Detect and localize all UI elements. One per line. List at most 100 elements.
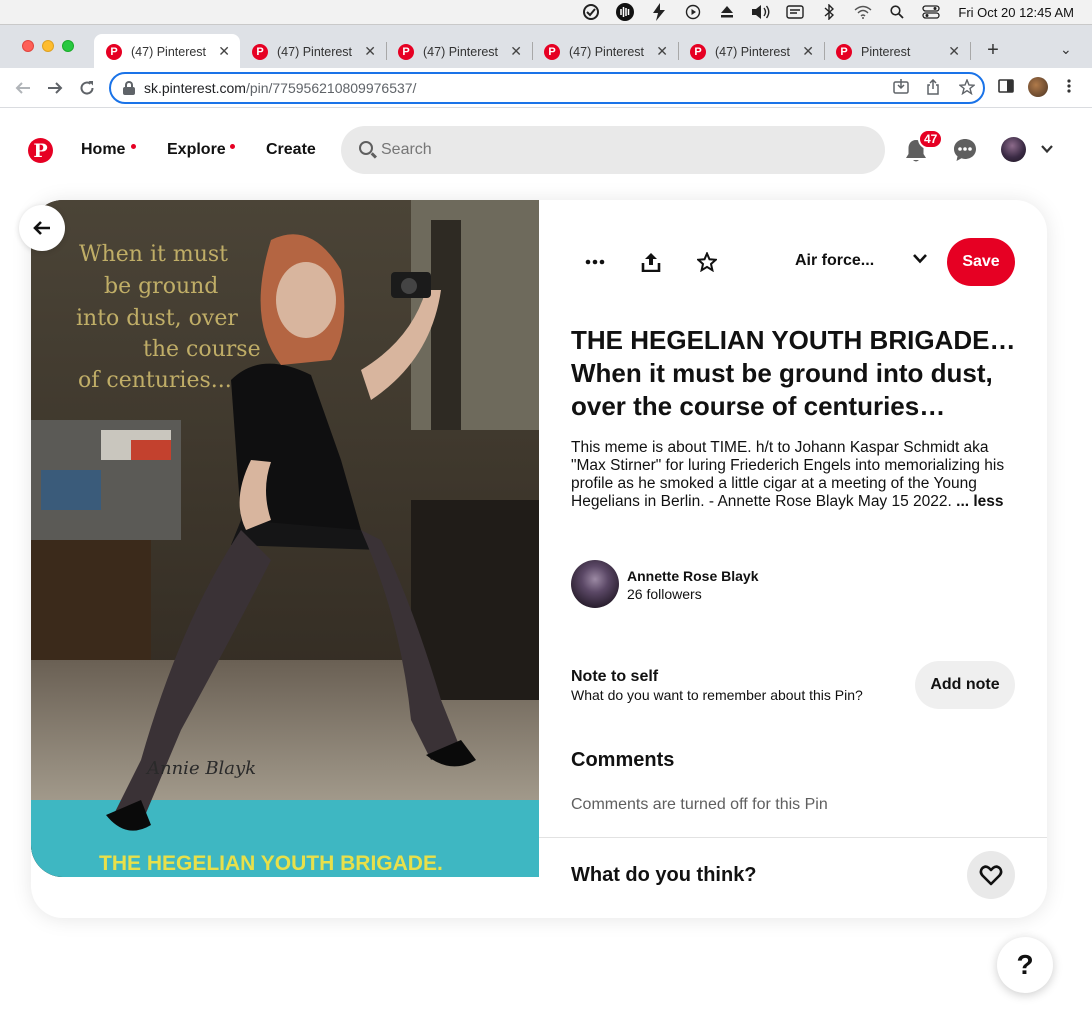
tab-search-chevron-icon[interactable]: ⌄: [1060, 41, 1072, 58]
nav-create[interactable]: Create: [266, 141, 316, 159]
pin-image[interactable]: When it must be ground into dust, over t…: [31, 200, 539, 877]
search-bar[interactable]: [341, 126, 885, 174]
pinterest-logo-icon[interactable]: P: [28, 138, 53, 163]
bluetooth-icon[interactable]: [812, 0, 846, 24]
browser-tab[interactable]: P (47) Pinterest ✕: [678, 34, 824, 69]
play-circle-icon[interactable]: [676, 0, 710, 24]
wifi-icon[interactable]: [846, 0, 880, 24]
tab-separator: [970, 42, 971, 60]
note-title: Note to self: [571, 668, 659, 685]
comments-heading: Comments: [571, 749, 675, 771]
search-icon: [359, 141, 373, 155]
save-button[interactable]: Save: [947, 238, 1015, 286]
close-window-button[interactable]: [22, 40, 34, 52]
pin-title: THE HEGELIAN YOUTH BRIGADE… When it must…: [571, 325, 1016, 421]
url-text[interactable]: sk.pinterest.com/pin/775956210809976537/: [144, 80, 416, 96]
browser-profile-avatar[interactable]: [1028, 77, 1048, 97]
pin-description: This meme is about TIME. h/t to Johann K…: [571, 439, 1011, 511]
side-panel-icon[interactable]: [998, 78, 1014, 99]
help-button[interactable]: ?: [997, 937, 1053, 993]
add-note-button[interactable]: Add note: [915, 661, 1015, 709]
account-chevron-down-icon[interactable]: [1040, 142, 1054, 159]
notifications-badge: 47: [918, 129, 944, 149]
pinterest-favicon-icon: P: [836, 43, 852, 60]
close-tab-icon[interactable]: ✕: [364, 43, 376, 60]
display-icon[interactable]: [778, 0, 812, 24]
tab-title: (47) Pinterest: [423, 44, 499, 59]
menubar-datetime[interactable]: Fri Oct 20 12:45 AM: [958, 5, 1074, 20]
tab-title: (47) Pinterest: [569, 44, 645, 59]
tab-title: (47) Pinterest: [277, 44, 353, 59]
overlay-line-5: of centuries...: [78, 368, 232, 393]
close-tab-icon[interactable]: ✕: [218, 43, 230, 60]
react-button[interactable]: [967, 851, 1015, 899]
lock-icon[interactable]: [123, 81, 135, 95]
user-avatar[interactable]: [1001, 137, 1026, 162]
board-chevron-down-icon[interactable]: [912, 250, 928, 271]
overlay-line-1: When it must: [79, 242, 228, 267]
pin-photo-illustration: When it must be ground into dust, over t…: [31, 200, 539, 877]
browser-tab[interactable]: P (47) Pinterest ✕: [240, 34, 386, 69]
heart-icon: [979, 865, 1003, 886]
note-subtitle: What do you want to remember about this …: [571, 687, 863, 703]
bookmark-star-icon[interactable]: [958, 78, 976, 99]
install-app-icon[interactable]: [893, 79, 909, 99]
less-link[interactable]: ... less: [956, 493, 1003, 510]
browser-tab[interactable]: P Pinterest ✕: [824, 34, 970, 69]
minimize-window-button[interactable]: [42, 40, 54, 52]
close-tab-icon[interactable]: ✕: [510, 43, 522, 60]
close-tab-icon[interactable]: ✕: [948, 43, 960, 60]
more-options-icon[interactable]: [579, 246, 611, 278]
pinterest-favicon-icon: P: [106, 43, 122, 60]
forward-arrow-icon[interactable]: [43, 76, 67, 100]
overlay-line-4: the course: [143, 337, 261, 362]
pinterest-favicon-icon: P: [252, 43, 268, 60]
window-controls: [22, 40, 74, 52]
feedback-prompt: What do you think?: [571, 864, 757, 886]
browser-tab[interactable]: P (47) Pinterest ✕: [532, 34, 678, 69]
nav-explore[interactable]: Explore: [167, 141, 226, 159]
zoom-window-button[interactable]: [62, 40, 74, 52]
image-caption: THE HEGELIAN YOUTH BRIGADE.: [99, 852, 443, 875]
url-host: sk.pinterest.com: [144, 80, 246, 96]
nav-home[interactable]: Home: [81, 141, 125, 159]
volume-icon[interactable]: [744, 0, 778, 24]
macos-menu-bar: Fri Oct 20 12:45 AM: [0, 0, 1092, 24]
explore-notification-dot: [230, 144, 235, 149]
control-center-icon[interactable]: [914, 0, 948, 24]
browser-tab[interactable]: P (47) Pinterest ✕: [386, 34, 532, 69]
comments-status: Comments are turned off for this Pin: [571, 796, 828, 813]
section-divider: [539, 837, 1047, 838]
tab-title: (47) Pinterest: [715, 44, 791, 59]
close-tab-icon[interactable]: ✕: [656, 43, 668, 60]
messages-icon[interactable]: [952, 137, 978, 163]
bolt-icon[interactable]: [642, 0, 676, 24]
share-upload-icon[interactable]: [635, 246, 667, 278]
reload-icon[interactable]: [75, 76, 99, 100]
creator-avatar[interactable]: [571, 560, 619, 608]
eject-icon[interactable]: [710, 0, 744, 24]
creator-name[interactable]: Annette Rose Blayk: [627, 568, 758, 584]
board-selector[interactable]: Air force...: [795, 252, 874, 270]
sync-check-icon[interactable]: [574, 0, 608, 24]
url-path: /pin/775956210809976537/: [245, 80, 417, 96]
search-input[interactable]: [381, 138, 861, 162]
back-arrow-icon[interactable]: [11, 76, 35, 100]
back-button[interactable]: [19, 205, 65, 251]
spotlight-search-icon[interactable]: [880, 0, 914, 24]
audio-waves-icon[interactable]: [608, 0, 642, 24]
overlay-line-2: be ground: [104, 274, 218, 299]
browser-menu-kebab-icon[interactable]: [1066, 78, 1072, 99]
creator-followers: 26 followers: [627, 586, 702, 602]
new-tab-plus-icon[interactable]: +: [982, 39, 1004, 62]
address-bar[interactable]: sk.pinterest.com/pin/775956210809976537/: [109, 72, 985, 104]
pinterest-favicon-icon: P: [690, 43, 706, 60]
favorite-star-icon[interactable]: [691, 246, 723, 278]
share-icon[interactable]: [926, 78, 940, 99]
tab-title: Pinterest: [861, 44, 911, 59]
close-tab-icon[interactable]: ✕: [802, 43, 814, 60]
browser-tab-active[interactable]: P (47) Pinterest ✕: [94, 34, 240, 69]
artist-signature: Annie Blayk: [145, 758, 256, 779]
pinterest-header: P Home Explore Create 47: [0, 108, 1092, 192]
home-notification-dot: [131, 144, 136, 149]
